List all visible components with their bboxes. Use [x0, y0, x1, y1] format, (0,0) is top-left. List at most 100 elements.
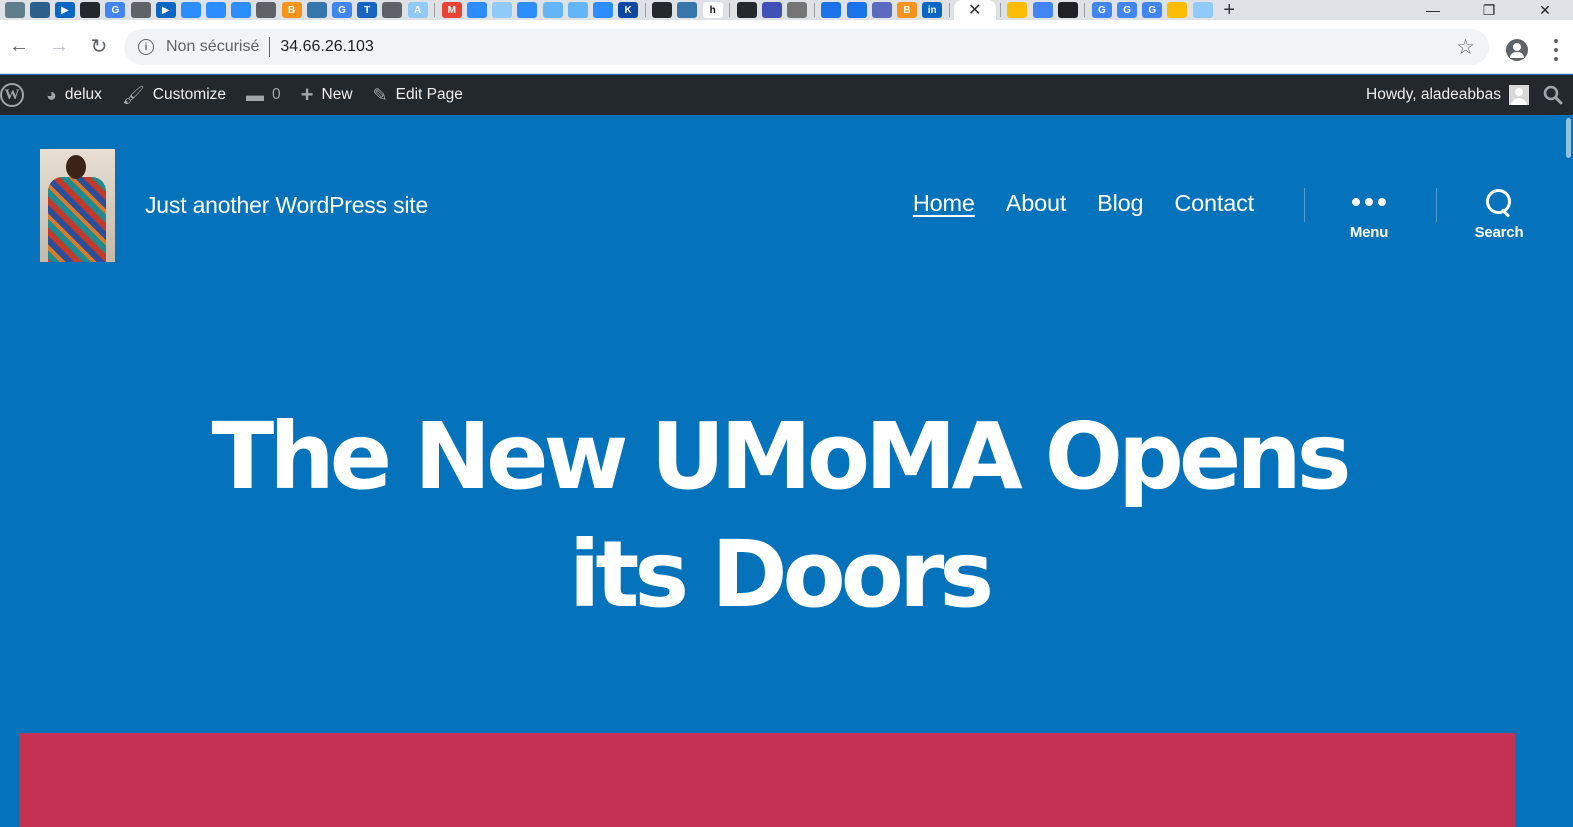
google-icon[interactable]: G [105, 2, 126, 18]
nav-blog[interactable]: Blog [1097, 190, 1143, 217]
user-avatar [1509, 85, 1529, 105]
globe-icon[interactable] [256, 2, 277, 18]
zoom-icon[interactable] [180, 2, 201, 18]
nav-home[interactable]: Home [913, 190, 975, 217]
brush-icon: 🖌 [121, 84, 145, 105]
menu-toggle-label: Menu [1349, 224, 1389, 241]
cursor-icon[interactable] [1057, 2, 1078, 18]
gear-icon[interactable] [787, 2, 808, 18]
gear-icon[interactable] [821, 2, 842, 18]
edit-page-label: Edit Page [395, 86, 463, 103]
site-description: Just another WordPress site [145, 192, 429, 218]
wordpress-icon: W [0, 83, 24, 107]
security-label: Non sécurisé [166, 38, 260, 55]
favicon-23[interactable] [567, 2, 588, 18]
favicon-3[interactable]: ▶ [54, 2, 75, 18]
forward-button[interactable]: → [40, 28, 78, 66]
gmail-icon[interactable]: M [441, 2, 462, 18]
admin-customize[interactable]: 🖌 Customize [112, 75, 236, 115]
info-icon[interactable]: i [138, 39, 154, 55]
bitcoin-icon[interactable]: B [281, 2, 302, 18]
plus-icon: + [300, 82, 314, 107]
address-bar[interactable]: i Non sécurisé 34.66.26.103 ☆ [124, 29, 1489, 65]
minimize-button[interactable]: — [1405, 0, 1461, 20]
favicon-22[interactable] [542, 2, 563, 18]
github-icon[interactable] [652, 2, 673, 18]
search-toggle-label: Search [1474, 224, 1524, 241]
favicon-1[interactable] [4, 2, 25, 18]
logo-figure-head [66, 155, 86, 179]
tab-separator [434, 3, 436, 17]
url-text[interactable]: 34.66.26.103 [280, 38, 373, 56]
comment-icon: ▬ [246, 84, 265, 105]
chip-icon[interactable] [1032, 2, 1053, 18]
dashboard-icon: ◕ [46, 84, 57, 105]
api-icon[interactable]: A [407, 2, 428, 18]
globe-icon[interactable] [130, 2, 151, 18]
favicon-last[interactable] [1192, 2, 1213, 18]
active-tab[interactable]: ✕ [953, 0, 996, 20]
omnibox-divider [269, 37, 271, 57]
admin-search-icon[interactable] [1533, 85, 1573, 105]
python-icon[interactable] [677, 2, 698, 18]
admin-comments[interactable]: ▬ 0 [236, 75, 291, 115]
browser-menu-icon[interactable] [1550, 36, 1562, 64]
tab-separator [1084, 3, 1086, 17]
google-icon[interactable]: G [1117, 2, 1138, 18]
window-controls: — ❐ ✕ [1405, 0, 1573, 20]
favicon-bars[interactable] [762, 2, 783, 18]
favicon-h[interactable]: h [702, 2, 723, 18]
nav-about[interactable]: About [1006, 190, 1067, 217]
scrollbar-thumb[interactable] [1566, 118, 1571, 158]
close-window-button[interactable]: ✕ [1517, 0, 1573, 20]
wp-logo-menu[interactable]: W [0, 75, 34, 115]
profile-icon[interactable] [1506, 39, 1528, 61]
page-scrollbar[interactable] [1565, 115, 1573, 827]
tab-separator [644, 3, 646, 17]
tab-separator [948, 3, 950, 17]
zoom-icon[interactable] [466, 2, 487, 18]
favicon-15[interactable]: T [357, 2, 378, 18]
restore-button[interactable]: ❐ [1461, 0, 1517, 20]
admin-my-account[interactable]: Howdy, aladeabbas [1356, 75, 1533, 115]
bitcoin-icon[interactable]: B [896, 2, 917, 18]
menu-toggle[interactable]: Menu [1314, 188, 1424, 241]
site-logo[interactable] [40, 149, 115, 262]
github-icon[interactable] [736, 2, 757, 18]
favicon-k[interactable]: K [618, 2, 639, 18]
globe-icon[interactable] [382, 2, 403, 18]
drive-icon[interactable] [1007, 2, 1028, 18]
admin-new[interactable]: + New [291, 75, 363, 115]
favicon-7[interactable]: ▶ [155, 2, 176, 18]
favicon-2[interactable] [29, 2, 50, 18]
github-icon[interactable] [80, 2, 101, 18]
admin-site-name[interactable]: ◕ delux [34, 75, 112, 115]
gear-icon[interactable] [846, 2, 867, 18]
google-icon[interactable]: G [1142, 2, 1163, 18]
nav-contact[interactable]: Contact [1174, 190, 1254, 217]
new-tab-button[interactable]: + [1215, 0, 1243, 20]
google-icon[interactable]: G [1091, 2, 1112, 18]
favicon-x[interactable] [871, 2, 892, 18]
python-icon[interactable] [306, 2, 327, 18]
comments-count: 0 [272, 86, 281, 103]
tab-favicons: ▶ G ▶ B G T A MK h Bin ✕ GGG + [0, 0, 1405, 20]
search-toggle[interactable]: Search [1444, 188, 1554, 241]
browser-toolbar: ← → ↻ i Non sécurisé 34.66.26.103 ☆ [0, 20, 1573, 74]
zoom-icon[interactable] [206, 2, 227, 18]
back-button[interactable]: ← [0, 28, 38, 66]
google-icon[interactable]: G [332, 2, 353, 18]
nav-divider [1304, 188, 1305, 222]
zoom-icon[interactable] [231, 2, 252, 18]
drive-icon[interactable] [1167, 2, 1188, 18]
close-tab-icon[interactable]: ✕ [968, 0, 981, 20]
bookmark-star-icon[interactable]: ☆ [1456, 35, 1475, 60]
zoom-icon[interactable] [517, 2, 538, 18]
reload-button[interactable]: ↻ [80, 28, 118, 66]
zoom-icon[interactable] [592, 2, 613, 18]
favicon-20[interactable] [492, 2, 513, 18]
linkedin-icon[interactable]: in [922, 2, 943, 18]
nav-divider [1436, 188, 1437, 222]
admin-edit-page[interactable]: ✎ Edit Page [363, 75, 473, 115]
admin-bar-right: Howdy, aladeabbas [1356, 75, 1573, 115]
